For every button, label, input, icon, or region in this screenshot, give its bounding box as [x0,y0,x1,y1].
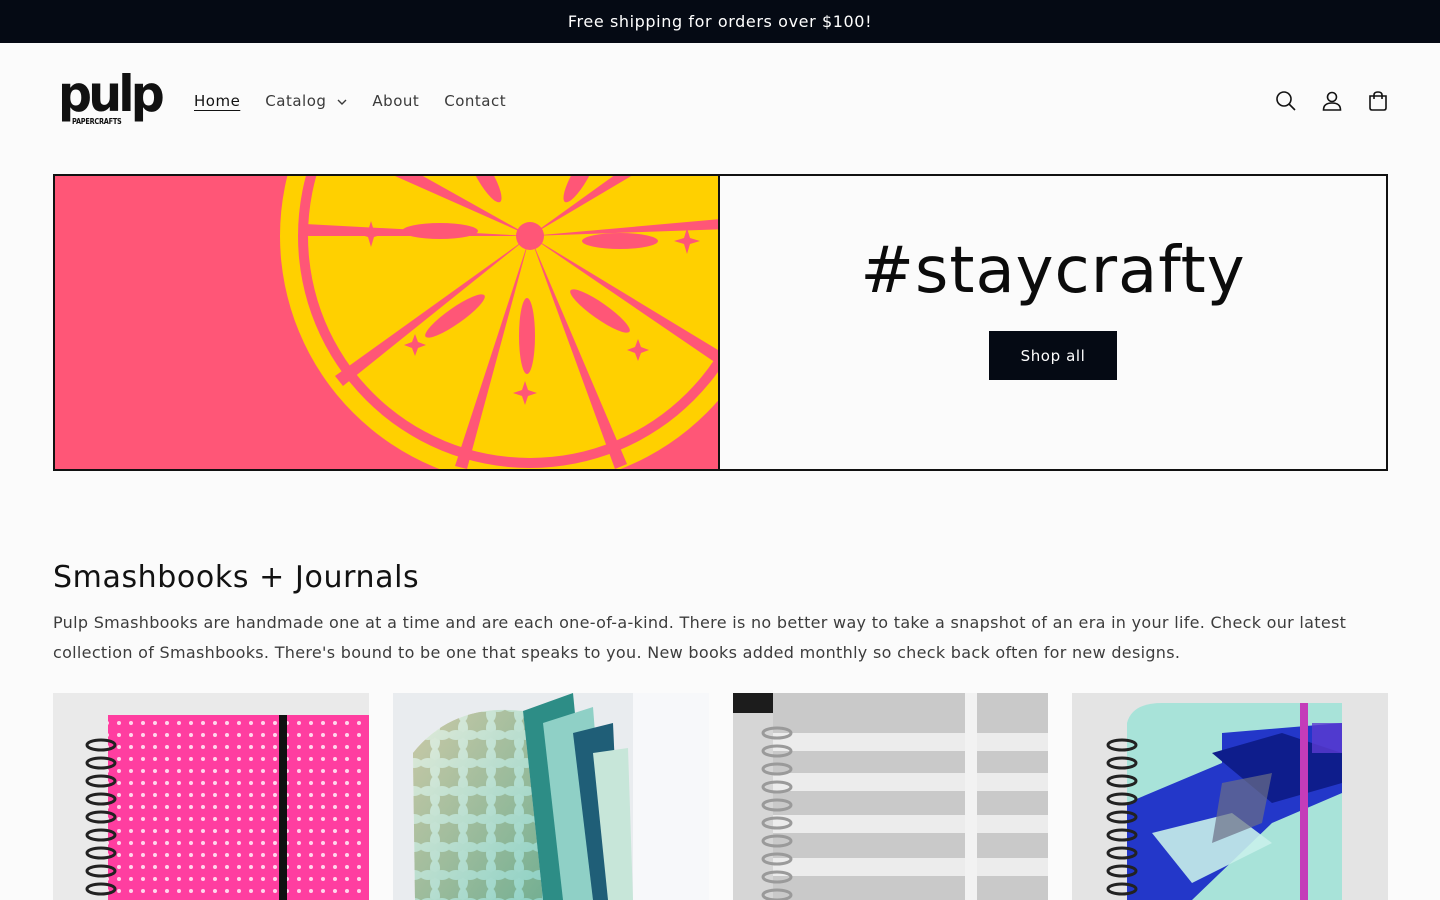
main-nav: Home Catalog About Contact [194,92,531,110]
hero-content: #staycrafty Shop all [720,176,1386,469]
nav-about[interactable]: About [372,92,419,110]
account-icon[interactable] [1320,89,1344,113]
site-header: pulp PAPERCRAFTS Home Catalog About Cont… [0,43,1440,161]
product-card[interactable] [392,693,709,900]
lemon-slice-illustration [55,176,718,469]
product-card[interactable] [732,693,1049,900]
cart-icon[interactable] [1366,89,1390,113]
announcement-text: Free shipping for orders over $100! [567,12,873,31]
nav-contact[interactable]: Contact [444,92,506,110]
product-card[interactable] [53,693,369,900]
logo-wordmark: pulp [58,65,165,123]
product-grid [53,693,1388,900]
nav-home[interactable]: Home [194,92,240,110]
shop-all-button[interactable]: Shop all [989,331,1117,380]
product-image-teal-lattice [392,693,709,900]
search-icon[interactable] [1274,89,1298,113]
hero-banner: #staycrafty Shop all [53,174,1388,471]
product-card[interactable] [1072,693,1388,900]
chevron-down-icon [337,99,347,105]
announcement-bar: Free shipping for orders over $100! [0,0,1440,43]
product-image-silver [732,693,1049,900]
collection-description: Pulp Smashbooks are handmade one at a ti… [53,613,1347,662]
header-icons [1252,89,1390,113]
collection-title: Smashbooks + Journals [53,560,420,595]
product-image-pink-dots [53,693,369,900]
product-image-blue-resin [1072,693,1388,900]
hero-image [55,176,720,469]
nav-catalog-label: Catalog [265,92,327,110]
logo-subtitle: PAPERCRAFTS [72,117,122,126]
nav-catalog[interactable]: Catalog [265,92,347,110]
hero-title: #staycrafty [860,234,1246,308]
logo[interactable]: pulp PAPERCRAFTS [58,69,165,131]
